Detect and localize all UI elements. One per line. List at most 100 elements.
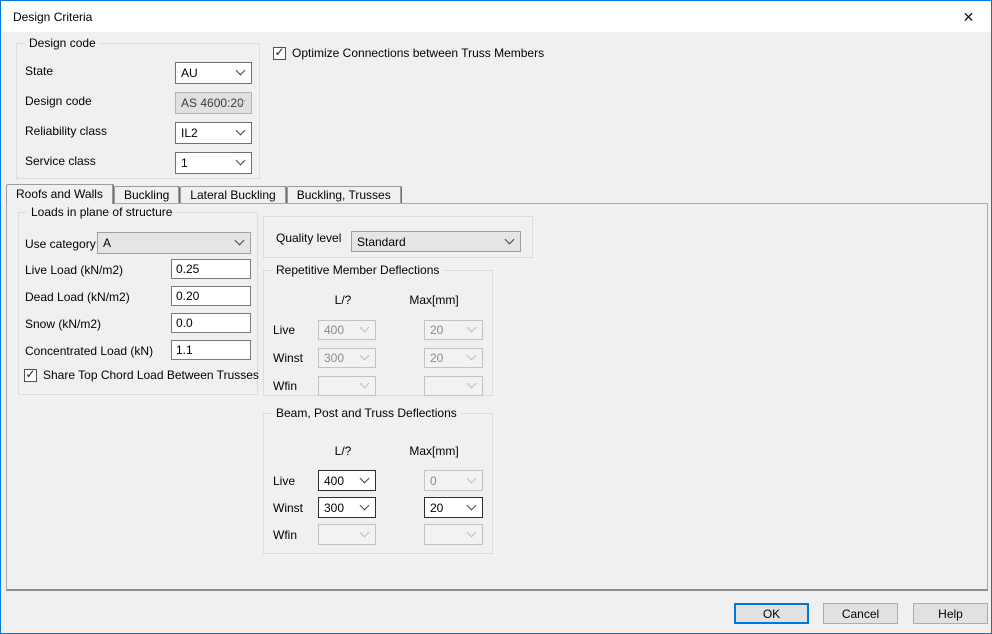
check-icon: ✓ (274, 46, 284, 58)
roofs-and-walls-tab-panel: Loads in plane of structure Use category… (6, 203, 988, 591)
tab-buckling-trusses[interactable]: Buckling, Trusses (287, 186, 401, 203)
state-value: AU (181, 66, 198, 80)
beam-wfin-label: Wfin (273, 528, 297, 542)
beam-live-l-value: 400 (324, 474, 344, 488)
optimize-connections-label: Optimize Connections between Truss Membe… (292, 46, 544, 60)
reliability-class-label: Reliability class (25, 124, 107, 138)
chevron-down-icon (360, 323, 370, 333)
service-class-combobox[interactable]: 1 (175, 152, 252, 174)
live-load-label: Live Load (kN/m2) (25, 263, 123, 277)
l-ratio-header: L/? (308, 293, 378, 307)
chevron-down-icon (360, 473, 370, 483)
rep-live-max-combobox: 20 (424, 320, 483, 340)
title-bar: Design Criteria (1, 1, 991, 32)
beam-live-l-combobox[interactable]: 400 (318, 470, 376, 491)
dialog-title: Design Criteria (13, 10, 92, 24)
design-code-group-title: Design code (25, 36, 100, 50)
chevron-down-icon (360, 351, 370, 361)
use-category-combobox[interactable]: A (97, 232, 251, 254)
rep-live-l-value: 400 (324, 323, 344, 337)
beam-deflections-title: Beam, Post and Truss Deflections (272, 406, 461, 420)
chevron-down-icon (467, 351, 477, 361)
snow-input[interactable] (171, 313, 251, 333)
beam-winst-l-value: 300 (324, 501, 344, 515)
rep-winst-max-value: 20 (430, 351, 443, 365)
rep-winst-max-combobox: 20 (424, 348, 483, 368)
close-icon: ✕ (963, 10, 975, 24)
concentrated-load-label: Concentrated Load (kN) (25, 344, 153, 358)
use-category-value: A (103, 236, 111, 250)
checkbox-box: ✓ (24, 369, 37, 382)
chevron-down-icon (236, 156, 246, 166)
chevron-down-icon (360, 527, 370, 537)
check-icon: ✓ (25, 368, 35, 380)
service-class-label: Service class (25, 154, 96, 168)
tab-strip: Roofs and Walls Buckling Lateral Bucklin… (6, 184, 402, 204)
l-ratio-header: L/? (308, 444, 378, 458)
beam-winst-max-value: 20 (430, 501, 443, 515)
beam-live-label: Live (273, 474, 295, 488)
tab-lateral-buckling[interactable]: Lateral Buckling (180, 186, 285, 203)
beam-wfin-max-combobox (424, 524, 483, 545)
checkbox-box: ✓ (273, 47, 286, 60)
rep-winst-l-value: 300 (324, 351, 344, 365)
state-label: State (25, 64, 53, 78)
cancel-button[interactable]: Cancel (823, 603, 898, 624)
tab-roofs-and-walls[interactable]: Roofs and Walls (6, 184, 113, 204)
tab-buckling[interactable]: Buckling (114, 186, 179, 203)
chevron-down-icon (467, 473, 477, 483)
close-button[interactable]: ✕ (946, 1, 991, 32)
design-code-value: AS 4600:20 (181, 96, 244, 110)
rep-live-label: Live (273, 323, 295, 337)
chevron-down-icon (360, 379, 370, 389)
help-button[interactable]: Help (913, 603, 988, 624)
design-code-combobox: AS 4600:20 (175, 92, 252, 114)
chevron-down-icon (467, 527, 477, 537)
quality-level-label: Quality level (276, 231, 341, 245)
reliability-class-value: IL2 (181, 126, 198, 140)
ok-button[interactable]: OK (734, 603, 809, 624)
chevron-down-icon (236, 66, 246, 76)
quality-level-value: Standard (357, 235, 406, 249)
max-mm-header: Max[mm] (399, 444, 469, 458)
share-top-chord-checkbox[interactable]: ✓ Share Top Chord Load Between Trusses (24, 368, 259, 382)
beam-wfin-l-combobox (318, 524, 376, 545)
live-load-input[interactable] (171, 259, 251, 279)
rep-winst-label: Winst (273, 351, 303, 365)
chevron-down-icon (505, 234, 515, 244)
quality-level-box: Quality level Standard (263, 216, 533, 258)
beam-live-max-value: 0 (430, 474, 437, 488)
chevron-down-icon (467, 323, 477, 333)
chevron-down-icon (236, 126, 246, 136)
beam-deflections-group: Beam, Post and Truss Deflections L/? Max… (263, 413, 493, 554)
service-class-value: 1 (181, 156, 188, 170)
concentrated-load-input[interactable] (171, 340, 251, 360)
chevron-down-icon (467, 500, 477, 510)
chevron-down-icon (235, 236, 245, 246)
dead-load-input[interactable] (171, 286, 251, 306)
repetitive-deflections-group: Repetitive Member Deflections L/? Max[mm… (263, 270, 493, 396)
loads-group-title: Loads in plane of structure (27, 205, 176, 219)
beam-winst-l-combobox[interactable]: 300 (318, 497, 376, 518)
rep-wfin-label: Wfin (273, 379, 297, 393)
quality-level-combobox[interactable]: Standard (351, 231, 521, 252)
state-combobox[interactable]: AU (175, 62, 252, 84)
dead-load-label: Dead Load (kN/m2) (25, 290, 130, 304)
rep-winst-l-combobox: 300 (318, 348, 376, 368)
reliability-class-combobox[interactable]: IL2 (175, 122, 252, 144)
chevron-down-icon (467, 379, 477, 389)
beam-live-max-combobox: 0 (424, 470, 483, 491)
rep-wfin-l-combobox (318, 376, 376, 396)
loads-group: Loads in plane of structure Use category… (18, 212, 258, 395)
beam-winst-max-combobox[interactable]: 20 (424, 497, 483, 518)
optimize-connections-checkbox[interactable]: ✓ Optimize Connections between Truss Mem… (273, 46, 544, 60)
repetitive-deflections-title: Repetitive Member Deflections (272, 263, 443, 277)
use-category-label: Use category (25, 237, 96, 251)
design-code-group: Design code State AU Design code AS 4600… (16, 43, 260, 179)
share-top-chord-label: Share Top Chord Load Between Trusses (43, 368, 259, 382)
snow-label: Snow (kN/m2) (25, 317, 101, 331)
design-code-label: Design code (25, 94, 92, 108)
max-mm-header: Max[mm] (399, 293, 469, 307)
chevron-down-icon (360, 500, 370, 510)
design-criteria-dialog: Design Criteria ✕ Design code State AU D… (0, 0, 992, 634)
